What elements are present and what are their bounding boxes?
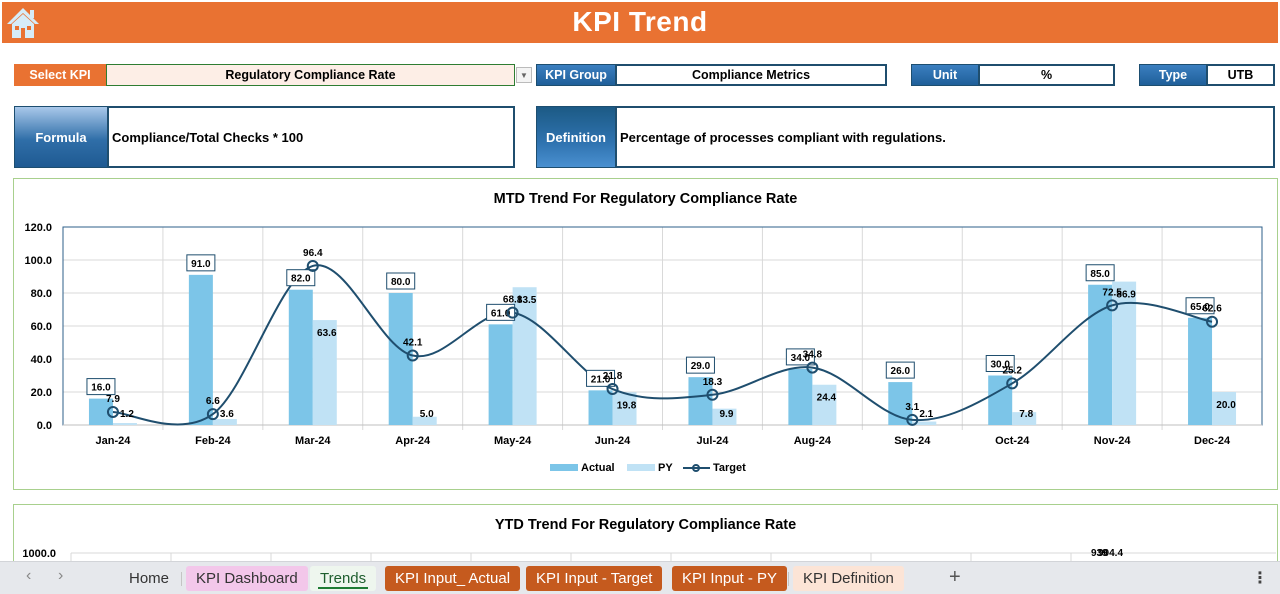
target-data-label: 34.8 <box>803 350 823 361</box>
py-data-label: 20.0 <box>1216 400 1236 411</box>
title-bar: KPI Trend <box>2 2 1278 43</box>
x-tick-label: May-24 <box>494 435 532 447</box>
bar-py <box>812 384 837 425</box>
actual-data-label: 16.0 <box>91 383 111 394</box>
x-tick-label: Sep-24 <box>894 435 931 447</box>
x-tick-label: Apr-24 <box>395 435 431 447</box>
x-tick-label: Jan-24 <box>96 435 132 447</box>
tab-kpi-input-actual[interactable]: KPI Input_ Actual <box>385 566 521 591</box>
actual-data-label: 85.0 <box>1090 269 1110 280</box>
actual-data-label: 91.0 <box>191 259 211 270</box>
tab-kpi-dashboard[interactable]: KPI Dashboard <box>186 566 308 591</box>
actual-data-label: 26.0 <box>891 366 911 377</box>
tab-home[interactable]: Home <box>119 566 179 591</box>
target-data-label: 7.9 <box>106 394 120 405</box>
legend-py-label: PY <box>658 462 673 474</box>
py-data-label: 7.8 <box>1019 409 1033 420</box>
x-tick-label: Nov-24 <box>1094 435 1132 447</box>
sheet-tab-bar: ‹ › Home KPI Dashboard Trends KPI Input_… <box>0 561 1280 594</box>
target-data-label: 18.3 <box>703 377 723 388</box>
kpi-group-label: KPI Group <box>536 64 616 86</box>
target-data-label: 3.1 <box>905 402 919 413</box>
prev-sheet-button[interactable]: ‹ <box>26 567 31 585</box>
next-sheet-button[interactable]: › <box>58 567 63 585</box>
target-data-label: 62.6 <box>1202 304 1222 315</box>
bar-actual <box>288 289 313 425</box>
kpi-group-value: Compliance Metrics <box>615 64 887 86</box>
y-tick-label: 100.0 <box>24 255 52 267</box>
formula-label: Formula <box>14 106 108 168</box>
actual-data-label: 82.0 <box>291 274 311 285</box>
py-data-label: 2.1 <box>919 409 933 420</box>
legend-actual-label: Actual <box>581 462 615 474</box>
add-sheet-button[interactable]: + <box>949 566 961 589</box>
ytd-y-tick: 1000.0 <box>22 548 56 560</box>
x-tick-label: Jun-24 <box>595 435 631 447</box>
target-data-label: 6.6 <box>206 396 220 407</box>
bar-actual <box>488 324 513 425</box>
py-data-label: 63.6 <box>317 328 337 339</box>
target-data-label: 72.5 <box>1102 287 1122 298</box>
y-tick-label: 20.0 <box>31 387 52 399</box>
definition-value: Percentage of processes compliant with r… <box>615 106 1275 168</box>
page-title: KPI Trend <box>572 6 708 37</box>
more-options-icon[interactable]: ⋮ <box>1252 568 1268 588</box>
mtd-chart-panel[interactable]: MTD Trend For Regulatory Compliance Rate… <box>13 178 1278 490</box>
chevron-down-icon[interactable]: ▼ <box>516 67 532 83</box>
mtd-chart: 0.0 20.0 40.0 60.0 80.0 100.0 120.0 Jan-24 Feb-2… <box>24 222 1263 474</box>
py-data-label: 9.9 <box>720 409 734 420</box>
y-tick-label: 120.0 <box>24 222 52 234</box>
legend-actual-swatch <box>550 464 578 471</box>
tab-kpi-definition[interactable]: KPI Definition <box>793 566 904 591</box>
py-data-label: 5.0 <box>420 409 434 420</box>
target-data-label: 25.2 <box>1002 365 1022 376</box>
tab-kpi-input-py[interactable]: KPI Input - PY <box>672 566 788 591</box>
kpi-trend-sheet: KPI Trend Select KPI Regulatory Complian… <box>0 0 1280 594</box>
type-value: UTB <box>1206 64 1275 86</box>
actual-data-label: 80.0 <box>391 277 411 288</box>
x-tick-label: Jul-24 <box>697 435 730 447</box>
tab-kpi-input-target[interactable]: KPI Input - Target <box>526 566 663 591</box>
target-data-label: 21.8 <box>603 371 623 382</box>
py-data-label: 24.4 <box>817 393 837 404</box>
formula-value: Compliance/Total Checks * 100 <box>107 106 515 168</box>
target-data-label: 68.1 <box>503 295 523 306</box>
x-tick-label: Mar-24 <box>295 435 331 447</box>
y-tick-label: 0.0 <box>37 420 52 432</box>
x-tick-label: Aug-24 <box>794 435 832 447</box>
x-tick-label: Dec-24 <box>1194 435 1231 447</box>
y-tick-label: 40.0 <box>31 354 52 366</box>
tab-separator <box>181 572 182 586</box>
target-data-label: 42.1 <box>403 338 423 349</box>
legend-target-label: Target <box>713 462 746 474</box>
bar-actual <box>988 375 1013 425</box>
actual-data-label: 29.0 <box>691 361 711 372</box>
bar-actual <box>588 390 613 425</box>
x-tick-label: Feb-24 <box>195 435 231 447</box>
py-data-label: 3.6 <box>220 409 234 420</box>
bar-actual <box>1188 317 1213 425</box>
legend-py-swatch <box>627 464 655 471</box>
bar-py <box>112 423 137 425</box>
ytd-data-label: 904.4 <box>1098 548 1123 559</box>
target-data-label: 96.4 <box>303 248 323 259</box>
tab-trends[interactable]: Trends <box>310 566 377 591</box>
unit-label: Unit <box>911 64 979 86</box>
bar-actual <box>788 368 813 425</box>
py-data-label: 19.8 <box>617 400 637 411</box>
select-kpi-label: Select KPI <box>14 64 106 86</box>
unit-value: % <box>978 64 1115 86</box>
select-kpi-dropdown[interactable]: Regulatory Compliance Rate <box>106 64 515 86</box>
x-tick-label: Oct-24 <box>995 435 1030 447</box>
py-data-label: 1.2 <box>120 409 134 420</box>
tab-separator <box>788 572 789 586</box>
y-tick-label: 80.0 <box>31 288 52 300</box>
type-label: Type <box>1139 64 1207 86</box>
definition-label: Definition <box>536 106 616 168</box>
y-tick-label: 60.0 <box>31 321 52 333</box>
